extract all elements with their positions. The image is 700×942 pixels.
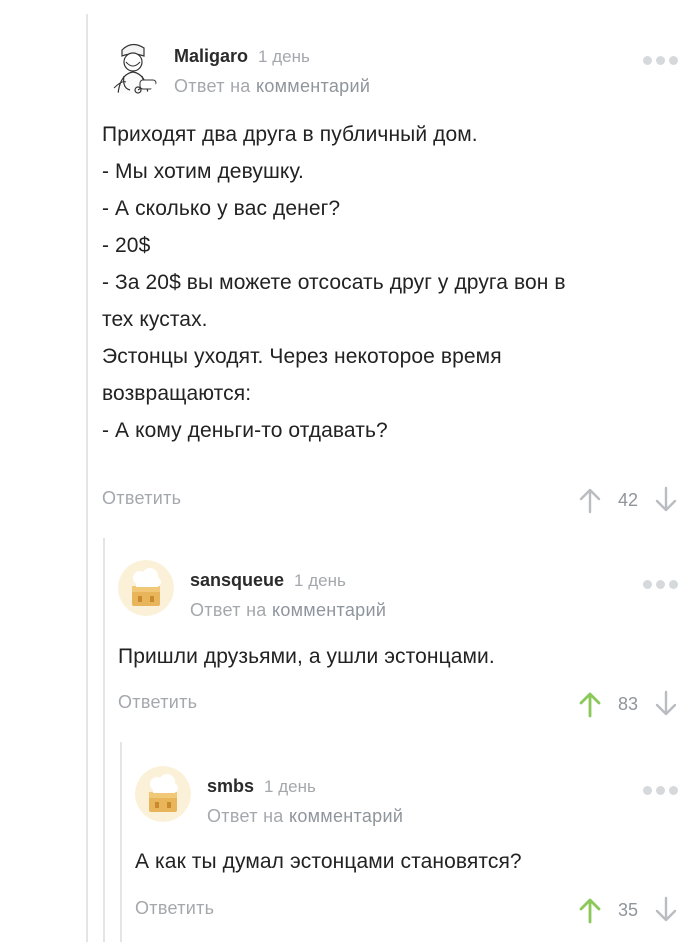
reply-button[interactable]: Ответить — [102, 488, 181, 509]
author-row: smbs 1 день — [207, 776, 316, 797]
arrow-up-icon[interactable] — [578, 486, 602, 514]
comment-text-line: - 20$ — [102, 234, 151, 257]
reply-to-link[interactable]: комментарий — [289, 806, 403, 826]
comment-text-line: А как ты думал эстонцами становятся? — [135, 850, 522, 873]
vote-controls: 42 — [578, 486, 678, 514]
chef-hat-avatar-icon — [135, 766, 191, 822]
thread-line-level-1 — [103, 538, 105, 942]
comment-text-line: - А кому деньги-то отдавать? — [102, 419, 388, 442]
comment-text-line: Приходят два друга в публичный дом. — [102, 123, 478, 146]
avatar[interactable] — [102, 36, 162, 96]
reply-button[interactable]: Ответить — [118, 692, 197, 713]
comment-text-line: - Мы хотим девушку. — [102, 160, 304, 183]
comment-text: А как ты думал эстонцами становятся? — [135, 843, 522, 880]
comment-text: Пришли друзьями, а ушли эстонцами. — [118, 638, 495, 675]
author-row: Maligaro 1 день — [174, 46, 310, 67]
reply-to-line: Ответ на комментарий — [190, 600, 386, 621]
comment-smbs: smbs 1 день Ответ на комментарий А как т… — [135, 766, 678, 936]
more-dots-icon[interactable] — [643, 786, 678, 795]
arrow-down-icon[interactable] — [654, 486, 678, 514]
arrow-up-icon[interactable] — [578, 896, 602, 924]
reply-to-prefix: Ответ на — [207, 806, 284, 826]
comment-text-line: - А сколько у вас денег? — [102, 197, 341, 220]
author-name[interactable]: smbs — [207, 776, 254, 797]
arrow-down-icon[interactable] — [654, 690, 678, 718]
avatar[interactable] — [135, 766, 191, 822]
rating-count: 42 — [617, 489, 639, 510]
reply-to-line: Ответ на комментарий — [174, 76, 370, 97]
author-name[interactable]: Maligaro — [174, 46, 248, 67]
reply-to-link[interactable]: комментарий — [256, 76, 370, 96]
more-dots-icon[interactable] — [643, 580, 678, 589]
comment-actions: Ответить 42 — [102, 486, 678, 516]
more-dots-icon[interactable] — [643, 56, 678, 65]
avatar[interactable] — [118, 560, 174, 616]
reply-to-line: Ответ на комментарий — [207, 806, 403, 827]
arrow-up-icon[interactable] — [578, 690, 602, 718]
comment-sansqueue: sansqueue 1 день Ответ на комментарий Пр… — [118, 560, 678, 730]
author-row: sansqueue 1 день — [190, 570, 346, 591]
reply-to-link[interactable]: комментарий — [272, 600, 386, 620]
comment-time: 1 день — [258, 47, 310, 66]
comment-actions: Ответить 35 — [135, 896, 678, 926]
rating-count: 35 — [617, 899, 639, 920]
comment-text-line: Пришли друзьями, а ушли эстонцами. — [118, 645, 495, 668]
vote-controls: 35 — [578, 896, 678, 924]
comment-text-line: тех кустах. — [102, 308, 208, 331]
reply-to-prefix: Ответ на — [190, 600, 267, 620]
reply-to-prefix: Ответ на — [174, 76, 251, 96]
comment-maligaro: Maligaro 1 день Ответ на комментарий При… — [102, 36, 678, 526]
comment-time: 1 день — [294, 571, 346, 590]
vote-controls: 83 — [578, 690, 678, 718]
author-name[interactable]: sansqueue — [190, 570, 284, 591]
doctor-avatar-icon — [102, 36, 162, 96]
thread-line-level-0 — [86, 14, 88, 942]
rating-count: 83 — [617, 693, 639, 714]
chef-hat-avatar-icon — [118, 560, 174, 616]
comment-text-line: Эстонцы уходят. Через некоторое время — [102, 345, 502, 368]
comment-time: 1 день — [264, 777, 316, 796]
comment-actions: Ответить 83 — [118, 690, 678, 720]
reply-button[interactable]: Ответить — [135, 898, 214, 919]
comment-text-line: возвращаются: — [102, 382, 252, 405]
thread-line-level-2 — [120, 742, 122, 942]
comment-text: Приходят два друга в публичный дом. - Мы… — [102, 116, 566, 449]
arrow-down-icon[interactable] — [654, 896, 678, 924]
comment-text-line: - За 20$ вы можете отсосать друг у друга… — [102, 271, 566, 294]
